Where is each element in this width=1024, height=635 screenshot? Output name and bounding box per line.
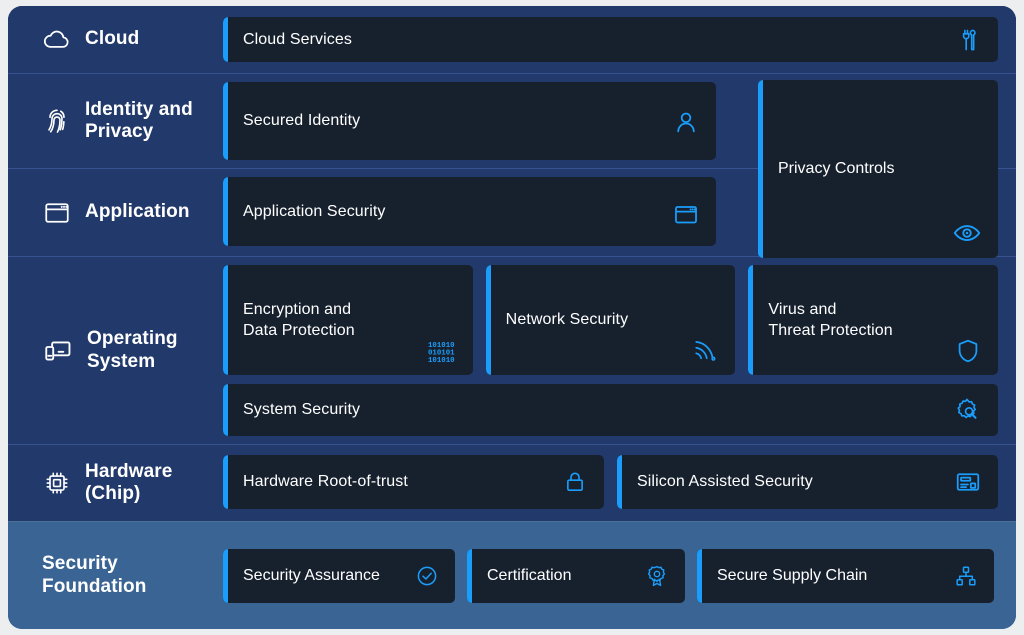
card-title: Privacy Controls [778, 160, 894, 178]
chip-icon [42, 468, 72, 498]
card-privacy-controls[interactable]: Privacy Controls [758, 80, 998, 258]
card-title: Secure Supply Chain [717, 567, 867, 585]
card-title: Encryption and Data Protection [243, 299, 455, 342]
layer-label-hardware: Hardware (Chip) [8, 445, 223, 521]
card-application-security[interactable]: Application Security [223, 177, 716, 246]
layer-row-operating-system: Operating System Encryption and Data Pro… [8, 256, 1016, 444]
award-ribbon-icon [645, 564, 669, 588]
layer-cards-cloud: Cloud Services [223, 6, 1016, 73]
card-hardware-root-of-trust[interactable]: Hardware Root-of-trust [223, 455, 604, 509]
layer-label-operating-system: Operating System [8, 257, 223, 444]
card-title: Certification [487, 567, 571, 585]
card-secured-identity[interactable]: Secured Identity [223, 82, 716, 160]
foundation-cards: Security Assurance Certification [223, 549, 1016, 603]
layer-cards-operating-system: Encryption and Data Protection 101010 01… [223, 257, 1016, 444]
card-title: Cloud Services [243, 29, 980, 50]
layer-label-application: Application [8, 169, 223, 256]
svg-text:101010: 101010 [428, 357, 455, 365]
card-certification[interactable]: Certification [467, 549, 685, 603]
card-title: Application Security [243, 201, 698, 222]
foundation-label-text: Security Foundation [42, 553, 146, 597]
card-security-assurance[interactable]: Security Assurance [223, 549, 455, 603]
binary-icon: 101010 010101 101010 [427, 339, 457, 365]
card-title: Network Security [506, 309, 718, 330]
card-title: Silicon Assisted Security [637, 471, 980, 492]
layer-label-text: Hardware (Chip) [85, 461, 172, 505]
cloud-icon [42, 25, 72, 55]
card-title: System Security [243, 399, 980, 420]
card-title: Hardware Root-of-trust [243, 471, 586, 492]
card-title: Security Assurance [243, 567, 380, 585]
layer-label-identity: Identity and Privacy [8, 74, 223, 168]
hierarchy-icon [954, 564, 978, 588]
layer-label-text: Operating System [87, 328, 178, 372]
window-icon [42, 198, 72, 228]
layer-row-hardware: Hardware (Chip) Hardware Root-of-trust S… [8, 444, 1016, 521]
security-stack-diagram: Cloud Cloud Services [8, 6, 1016, 629]
wifi-icon [691, 337, 719, 365]
layer-label-text: Cloud [85, 28, 139, 50]
card-secure-supply-chain[interactable]: Secure Supply Chain [697, 549, 994, 603]
eye-icon [952, 218, 982, 248]
check-circle-icon [415, 564, 439, 588]
foundation-label: Security Foundation [8, 553, 223, 597]
card-title: Secured Identity [243, 110, 698, 131]
card-system-security[interactable]: System Security [223, 384, 998, 436]
card-cloud-services[interactable]: Cloud Services [223, 17, 998, 62]
security-foundation-row: Security Foundation Security Assurance C… [8, 521, 1016, 629]
layer-label-cloud: Cloud [8, 6, 223, 73]
card-encryption-data-protection[interactable]: Encryption and Data Protection 101010 01… [223, 265, 473, 375]
fingerprint-icon [42, 106, 72, 136]
layer-label-text: Application [85, 201, 190, 223]
layer-cards-hardware: Hardware Root-of-trust Silicon Assisted … [223, 445, 1016, 521]
card-silicon-assisted-security[interactable]: Silicon Assisted Security [617, 455, 998, 509]
os-top-card-group: Encryption and Data Protection 101010 01… [223, 265, 998, 375]
layer-row-cloud: Cloud Cloud Services [8, 6, 1016, 73]
devices-icon [42, 335, 74, 367]
card-network-security[interactable]: Network Security [486, 265, 736, 375]
card-virus-threat-protection[interactable]: Virus and Threat Protection [748, 265, 998, 375]
card-title: Virus and Threat Protection [768, 299, 980, 342]
layer-label-text: Identity and Privacy [85, 99, 193, 143]
